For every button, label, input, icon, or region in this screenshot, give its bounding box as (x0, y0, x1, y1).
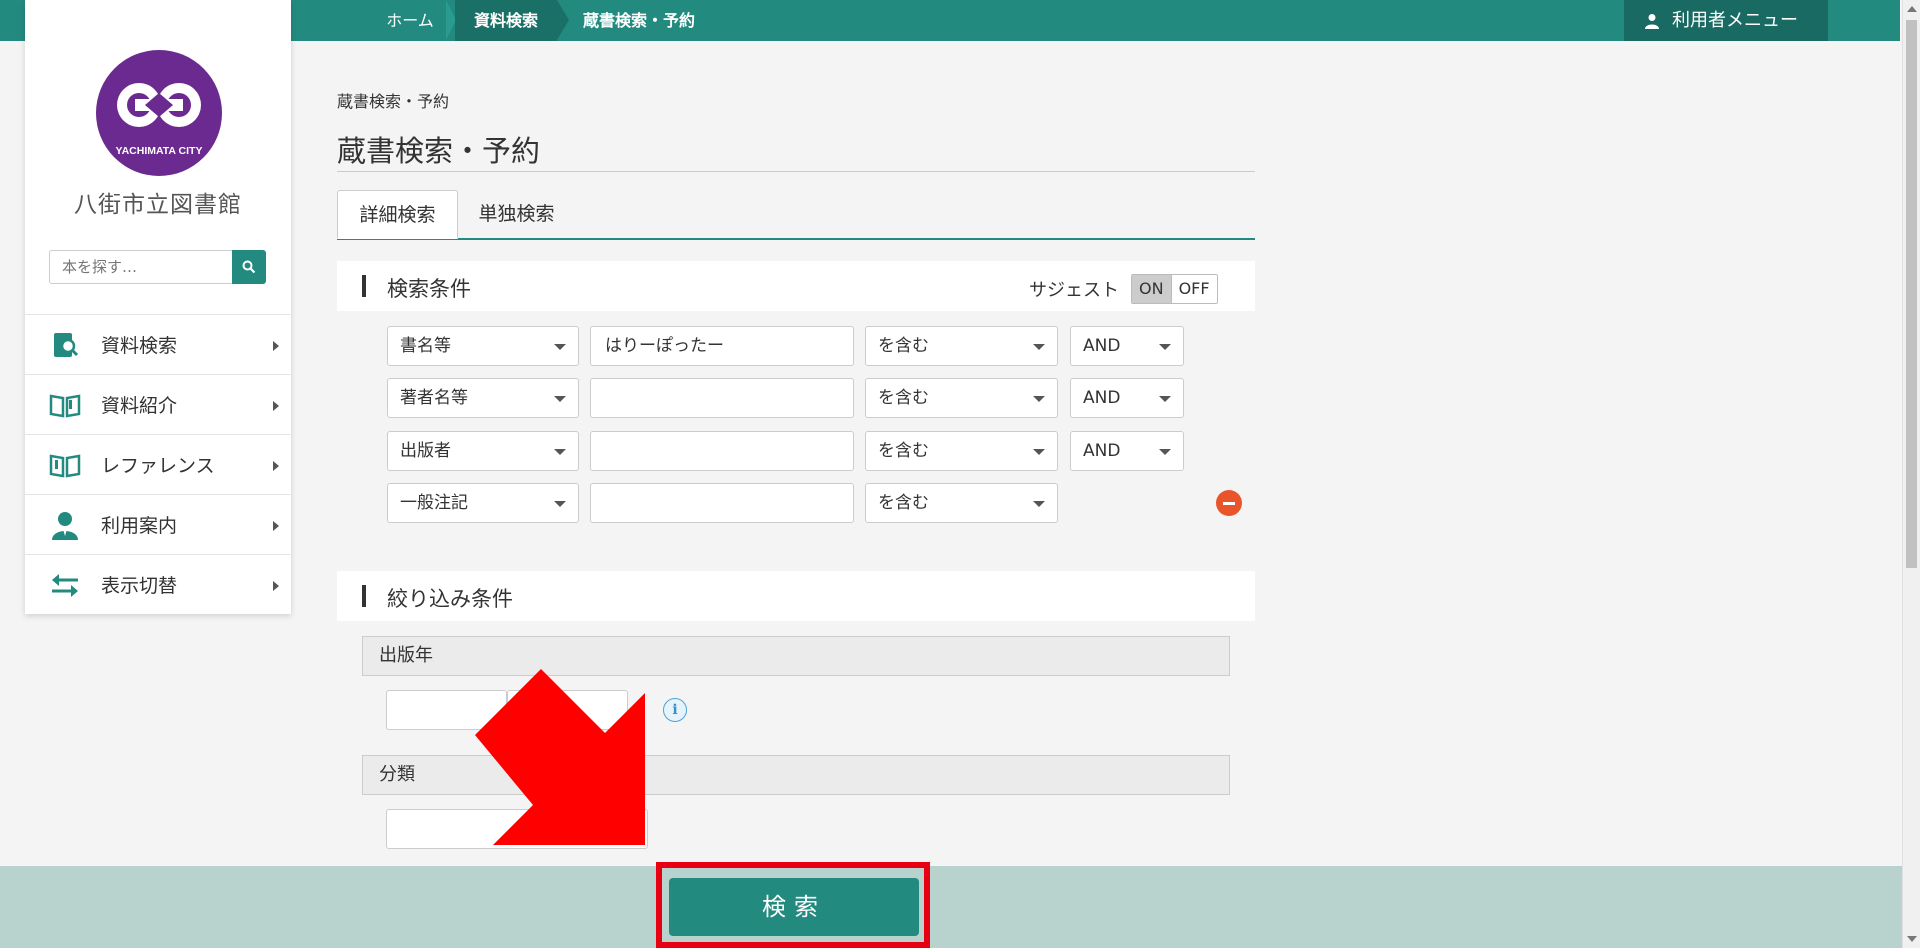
suggest-toggle: ON OFF (1131, 274, 1218, 304)
person-icon (49, 509, 81, 541)
sidebar-item-label: 資料検索 (101, 335, 178, 357)
section-bar (362, 585, 366, 607)
tab-simple-search[interactable]: 単独検索 (458, 190, 575, 239)
search-tabs: 詳細検索 単独検索 (337, 190, 1255, 240)
chevron-down-icon (554, 344, 566, 350)
page-breadcrumb: 蔵書検索・予約 (337, 92, 450, 111)
tab-advanced-search[interactable]: 詳細検索 (337, 190, 458, 239)
search-submit-button[interactable]: 検索 (669, 878, 919, 936)
section-title: 絞り込み条件 (387, 587, 513, 611)
breadcrumb-home[interactable]: ホーム (365, 0, 456, 41)
yachimata-city-logo[interactable]: YACHIMATA CITY (95, 49, 223, 177)
chevron-down-icon (1033, 501, 1045, 507)
search-conditions-header: 検索条件 サジェスト ON OFF (337, 261, 1255, 311)
user-icon (1645, 13, 1659, 29)
book-search-input[interactable] (49, 250, 232, 284)
caret-right-icon (273, 401, 279, 411)
switch-arrows-icon (49, 569, 81, 601)
open-book-icon (49, 389, 81, 421)
caret-right-icon (273, 581, 279, 591)
remove-row-button[interactable] (1216, 490, 1242, 516)
chevron-down-icon (554, 396, 566, 402)
sidebar-item-label: レファレンス (101, 455, 215, 477)
sidebar: YACHIMATA CITY 八街市立図書館 資料検索 (25, 0, 291, 614)
chevron-down-icon (1159, 344, 1171, 350)
sidebar-item-display-switch[interactable]: 表示切替 (25, 554, 291, 614)
operator-select[interactable]: AND (1070, 431, 1184, 471)
library-name: 八街市立図書館 (74, 192, 242, 218)
field-select[interactable]: 書名等 (387, 326, 579, 366)
filter-conditions-header: 絞り込み条件 (337, 571, 1255, 621)
operator-select[interactable]: AND (1070, 378, 1184, 418)
svg-text:YACHIMATA CITY: YACHIMATA CITY (116, 145, 203, 157)
field-select[interactable]: 一般注記 (387, 483, 579, 523)
user-menu-button[interactable]: 利用者メニュー (1624, 0, 1828, 41)
keyword-input[interactable] (590, 483, 854, 523)
breadcrumb: ホーム 資料検索 蔵書検索・予約 (365, 0, 717, 41)
info-icon[interactable]: i (663, 698, 687, 722)
sidebar-search (49, 250, 266, 284)
book-search-icon (49, 329, 81, 361)
sidebar-item-material-search[interactable]: 資料検索 (25, 314, 291, 374)
field-select[interactable]: 出版者 (387, 431, 579, 471)
vertical-scrollbar[interactable] (1902, 0, 1920, 948)
sidebar-item-label: 表示切替 (101, 575, 178, 597)
chevron-down-icon (1033, 396, 1045, 402)
keyword-input[interactable]: はりーぽったー (590, 326, 854, 366)
title-divider (337, 171, 1255, 172)
scrollbar-thumb[interactable] (1906, 20, 1917, 568)
page-title: 蔵書検索・予約 (337, 134, 541, 168)
section-bar (362, 275, 366, 297)
chevron-down-icon (554, 501, 566, 507)
chevron-down-icon (554, 449, 566, 455)
keyword-input[interactable] (590, 378, 854, 418)
suggest-on-button[interactable]: ON (1132, 275, 1171, 303)
caret-right-icon (273, 521, 279, 531)
breadcrumb-material-search[interactable]: 資料検索 (455, 0, 569, 41)
operator-select[interactable]: AND (1070, 326, 1184, 366)
match-select[interactable]: を含む (865, 483, 1058, 523)
match-select[interactable]: を含む (865, 431, 1058, 471)
chevron-down-icon (1033, 344, 1045, 350)
sidebar-item-material-intro[interactable]: 資料紹介 (25, 374, 291, 434)
breadcrumb-current: 蔵書検索・予約 (583, 11, 696, 30)
bottom-action-bar (0, 866, 1902, 948)
caret-right-icon (273, 341, 279, 351)
user-menu-label: 利用者メニュー (1672, 10, 1798, 31)
chevron-down-icon (1033, 449, 1045, 455)
match-select[interactable]: を含む (865, 326, 1058, 366)
search-icon (242, 260, 256, 274)
chevron-down-icon (1159, 396, 1171, 402)
suggest-toggle-group: サジェスト ON OFF (1029, 274, 1218, 304)
keyword-input[interactable] (590, 431, 854, 471)
suggest-off-button[interactable]: OFF (1170, 275, 1217, 303)
chevron-down-icon (1159, 449, 1171, 455)
scroll-up-icon[interactable] (1907, 6, 1917, 12)
sidebar-item-usage-guide[interactable]: 利用案内 (25, 494, 291, 554)
suggest-label: サジェスト (1029, 280, 1119, 301)
sidebar-item-label: 資料紹介 (101, 395, 178, 417)
field-select[interactable]: 著者名等 (387, 378, 579, 418)
scroll-down-icon[interactable] (1907, 936, 1917, 942)
annotation-arrow-icon (475, 669, 645, 845)
sidebar-search-button[interactable] (232, 250, 266, 284)
sidebar-item-reference[interactable]: レファレンス (25, 434, 291, 494)
open-book-icon (49, 449, 81, 481)
section-title: 検索条件 (387, 277, 471, 301)
sidebar-item-label: 利用案内 (101, 515, 178, 537)
match-select[interactable]: を含む (865, 378, 1058, 418)
caret-right-icon (273, 461, 279, 471)
sidebar-menu: 資料検索 資料紹介 レファレンス 利用案内 表示切替 (25, 314, 291, 614)
